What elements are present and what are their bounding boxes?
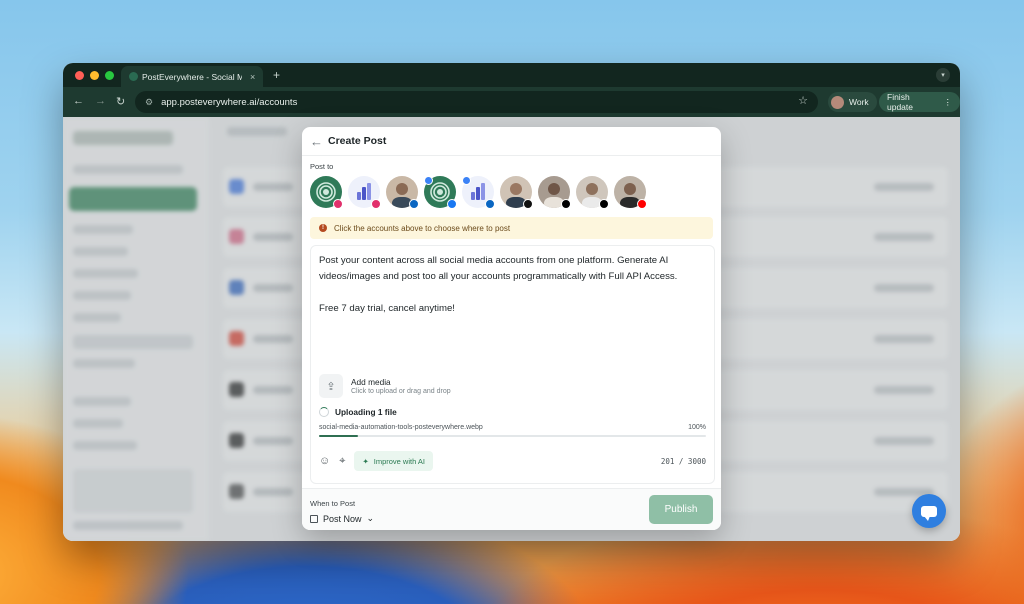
- account-avatar[interactable]: [348, 176, 381, 209]
- chevron-down-icon: ⌄: [366, 513, 375, 523]
- more-menu-icon[interactable]: ⋮: [944, 97, 953, 108]
- when-to-post-label: When to Post: [310, 499, 356, 508]
- reload-icon[interactable]: ↻: [116, 95, 125, 108]
- account-avatar[interactable]: [424, 176, 457, 209]
- publish-button[interactable]: Publish: [649, 495, 713, 524]
- account-avatar[interactable]: [614, 176, 647, 209]
- tiktok-icon: [561, 199, 571, 209]
- file-name: social-media-automation-tools-posteveryw…: [319, 424, 483, 431]
- account-avatar[interactable]: [310, 176, 343, 209]
- url-text[interactable]: app.posteverywhere.ai/accounts: [161, 97, 297, 108]
- post-now-label: Post Now: [323, 513, 362, 524]
- add-media-dropzone[interactable]: ⇪ Add media Click to upload or drag and …: [319, 374, 451, 398]
- modal-footer: When to Post Post Now ⌄ Publish: [302, 488, 721, 530]
- upload-icon[interactable]: ⇪: [319, 374, 343, 398]
- tab-favicon-icon: [129, 72, 138, 81]
- profile-label: Work: [849, 97, 869, 107]
- instagram-icon: [333, 199, 343, 209]
- back-arrow-icon[interactable]: ←: [310, 134, 323, 149]
- bookmark-star-icon[interactable]: ☆: [798, 94, 808, 107]
- add-media-title: Add media: [351, 377, 391, 387]
- chat-widget-button[interactable]: [912, 494, 946, 528]
- finish-update-label: Finish update: [887, 92, 913, 112]
- create-post-modal: ← Create Post Post to ! Click the accoun…: [302, 127, 721, 530]
- calendar-icon: [310, 514, 318, 523]
- post-to-label: Post to: [310, 162, 334, 171]
- post-editor[interactable]: Post your content across all social medi…: [310, 245, 715, 484]
- improve-label: Improve with AI: [373, 456, 426, 466]
- tab-search-chevron-icon[interactable]: ▾: [936, 68, 950, 82]
- account-avatar[interactable]: [576, 176, 609, 209]
- character-count: 201 / 3000: [660, 457, 706, 466]
- post-now-dropdown[interactable]: Post Now ⌄: [310, 513, 374, 524]
- close-window-button[interactable]: [75, 71, 84, 80]
- back-arrow-icon[interactable]: ←: [73, 95, 84, 107]
- sparkle-icon: ✦: [362, 456, 369, 466]
- new-tab-button[interactable]: +: [273, 68, 280, 82]
- file-progress-percent: 100%: [688, 424, 706, 431]
- info-icon: !: [319, 224, 327, 232]
- account-avatar[interactable]: [500, 176, 533, 209]
- add-media-subtitle: Click to upload or drag and drop: [351, 388, 451, 395]
- finish-update-button[interactable]: Finish update ⋮: [879, 92, 960, 112]
- improve-with-ai-button[interactable]: ✦ Improve with AI: [354, 451, 434, 471]
- selected-tag-icon: [462, 176, 471, 185]
- address-toolbar: ← → ↻ ⚙ app.posteverywhere.ai/accounts ☆…: [63, 87, 960, 117]
- uploading-label: Uploading 1 file: [335, 407, 397, 417]
- selected-tag-icon: [424, 176, 433, 185]
- tab-title: PostEverywhere - Social Med: [142, 71, 242, 82]
- notice-text: Click the accounts above to choose where…: [334, 223, 511, 233]
- maximize-window-button[interactable]: [105, 71, 114, 80]
- account-avatar[interactable]: [386, 176, 419, 209]
- youtube-icon: [637, 199, 647, 209]
- upload-progress-bar: [319, 435, 706, 437]
- browser-tab[interactable]: PostEverywhere - Social Med ×: [121, 66, 263, 87]
- post-body-text[interactable]: Post your content across all social medi…: [319, 253, 709, 317]
- profile-button[interactable]: Work: [828, 92, 877, 112]
- x-icon: [599, 199, 609, 209]
- tab-bar: PostEverywhere - Social Med × + ▾: [63, 63, 960, 87]
- location-pin-icon[interactable]: ⌖: [339, 455, 345, 468]
- account-avatar[interactable]: [462, 176, 495, 209]
- upload-progress-fill: [319, 435, 358, 437]
- notice-banner: ! Click the accounts above to choose whe…: [310, 217, 713, 239]
- forward-arrow-icon[interactable]: →: [95, 95, 106, 107]
- emoji-icon[interactable]: ☺: [319, 455, 330, 467]
- upload-status: Uploading 1 file: [319, 407, 397, 417]
- minimize-window-button[interactable]: [90, 71, 99, 80]
- facebook-icon: [447, 199, 457, 209]
- modal-header: ← Create Post: [302, 127, 721, 156]
- linkedin-icon: [409, 199, 419, 209]
- linkedin-icon: [485, 199, 495, 209]
- address-bar[interactable]: ⚙ app.posteverywhere.ai/accounts ☆: [135, 91, 818, 113]
- spinner-icon: [319, 407, 329, 417]
- modal-title: Create Post: [328, 135, 387, 147]
- editor-toolbar: ☺ ⌖ ✦ Improve with AI: [319, 451, 434, 471]
- profile-avatar: [831, 95, 844, 109]
- tab-close-icon[interactable]: ×: [250, 72, 255, 82]
- account-selector: [310, 176, 647, 209]
- chat-bubble-icon: [921, 505, 937, 521]
- account-avatar[interactable]: [538, 176, 571, 209]
- threads-icon: [523, 199, 533, 209]
- window-controls: [75, 71, 114, 80]
- instagram-icon: [371, 199, 381, 209]
- site-info-icon[interactable]: ⚙: [145, 97, 153, 108]
